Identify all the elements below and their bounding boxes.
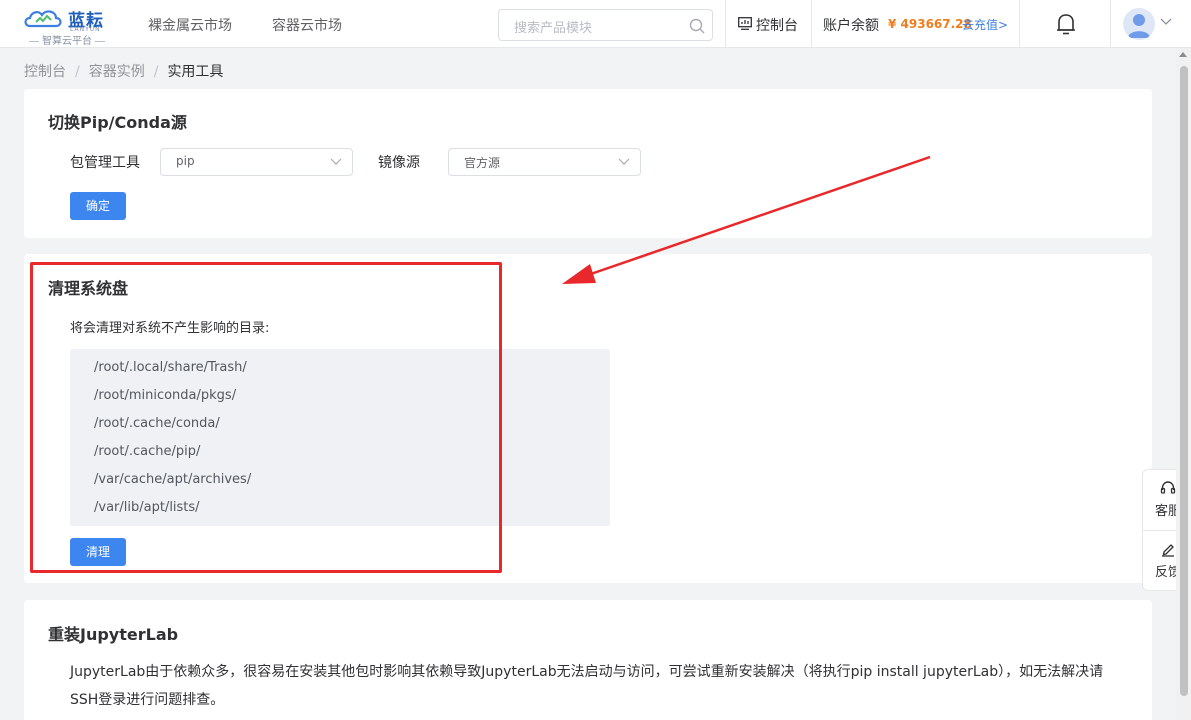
mirror-label: 镜像源 — [378, 155, 420, 171]
package-tool-label: 包管理工具 — [70, 155, 140, 171]
cloud-logo-icon — [24, 10, 62, 28]
dashboard-icon — [738, 17, 752, 30]
headset-icon — [1160, 481, 1176, 494]
recharge-link[interactable]: 去充值> — [962, 16, 1008, 33]
search-placeholder: 搜索产品模块 — [514, 21, 593, 36]
breadcrumb-separator: / — [75, 64, 80, 80]
brand-subtitle: 智算云平台 — [22, 32, 112, 47]
pip-conda-title: 切换Pip/Conda源 — [48, 113, 187, 132]
user-icon — [1128, 14, 1150, 38]
jupyterlab-description: JupyterLab由于依赖众多，很容易在安装其他包时影响其依赖导致Jupyte… — [70, 664, 1104, 708]
breadcrumb-console[interactable]: 控制台 — [24, 64, 66, 80]
confirm-button[interactable]: 确定 — [70, 192, 126, 220]
bell-icon[interactable] — [1055, 12, 1077, 36]
jupyterlab-card: 重装JupyterLab JupyterLab由于依赖众多，很容易在安装其他包时… — [24, 600, 1152, 720]
header-divider — [1019, 0, 1020, 48]
header-divider — [725, 0, 726, 48]
jupyterlab-title: 重装JupyterLab — [48, 625, 179, 644]
nav-container-market[interactable]: 容器云市场 — [272, 15, 342, 35]
nav-baremetal-market[interactable]: 裸金属云市场 — [148, 15, 232, 35]
breadcrumb-separator: / — [153, 64, 159, 80]
search-input[interactable]: 搜索产品模块 — [498, 9, 713, 41]
pip-conda-card: 切换Pip/Conda源 包管理工具 pip 镜像源 官方源 确定 — [24, 89, 1152, 238]
top-header: 蓝耘 LANYUN 智算云平台 裸金属云市场 容器云市场 搜索产品模块 控制台 … — [0, 0, 1191, 48]
chevron-down-icon — [330, 158, 342, 165]
package-tool-value: pip — [176, 154, 195, 168]
search-icon[interactable] — [688, 17, 706, 35]
header-divider — [811, 0, 812, 48]
mirror-value: 官方源 — [464, 156, 501, 170]
annotation-highlight-box — [30, 262, 502, 573]
brand-logo[interactable]: 蓝耘 LANYUN 智算云平台 — [22, 4, 112, 47]
breadcrumb-container-instances[interactable]: 容器实例 — [89, 64, 145, 80]
edit-icon — [1162, 544, 1174, 557]
balance-value: ¥ 493667.28 — [888, 17, 972, 31]
breadcrumb: 控制台 / 容器实例 / 实用工具 — [24, 61, 223, 81]
breadcrumb-current: 实用工具 — [167, 64, 224, 80]
scrollbar-thumb[interactable] — [1180, 66, 1188, 696]
chevron-down-icon — [618, 158, 630, 165]
chevron-down-icon[interactable] — [1160, 18, 1172, 26]
package-tool-select[interactable]: pip — [160, 148, 353, 176]
mirror-select[interactable]: 官方源 — [448, 148, 641, 176]
header-divider — [1110, 0, 1111, 48]
balance-label: 账户余额 — [823, 18, 879, 34]
scroll-up-arrow-icon[interactable] — [1179, 52, 1187, 57]
console-link[interactable]: 控制台 — [756, 15, 798, 35]
avatar[interactable] — [1123, 8, 1155, 40]
